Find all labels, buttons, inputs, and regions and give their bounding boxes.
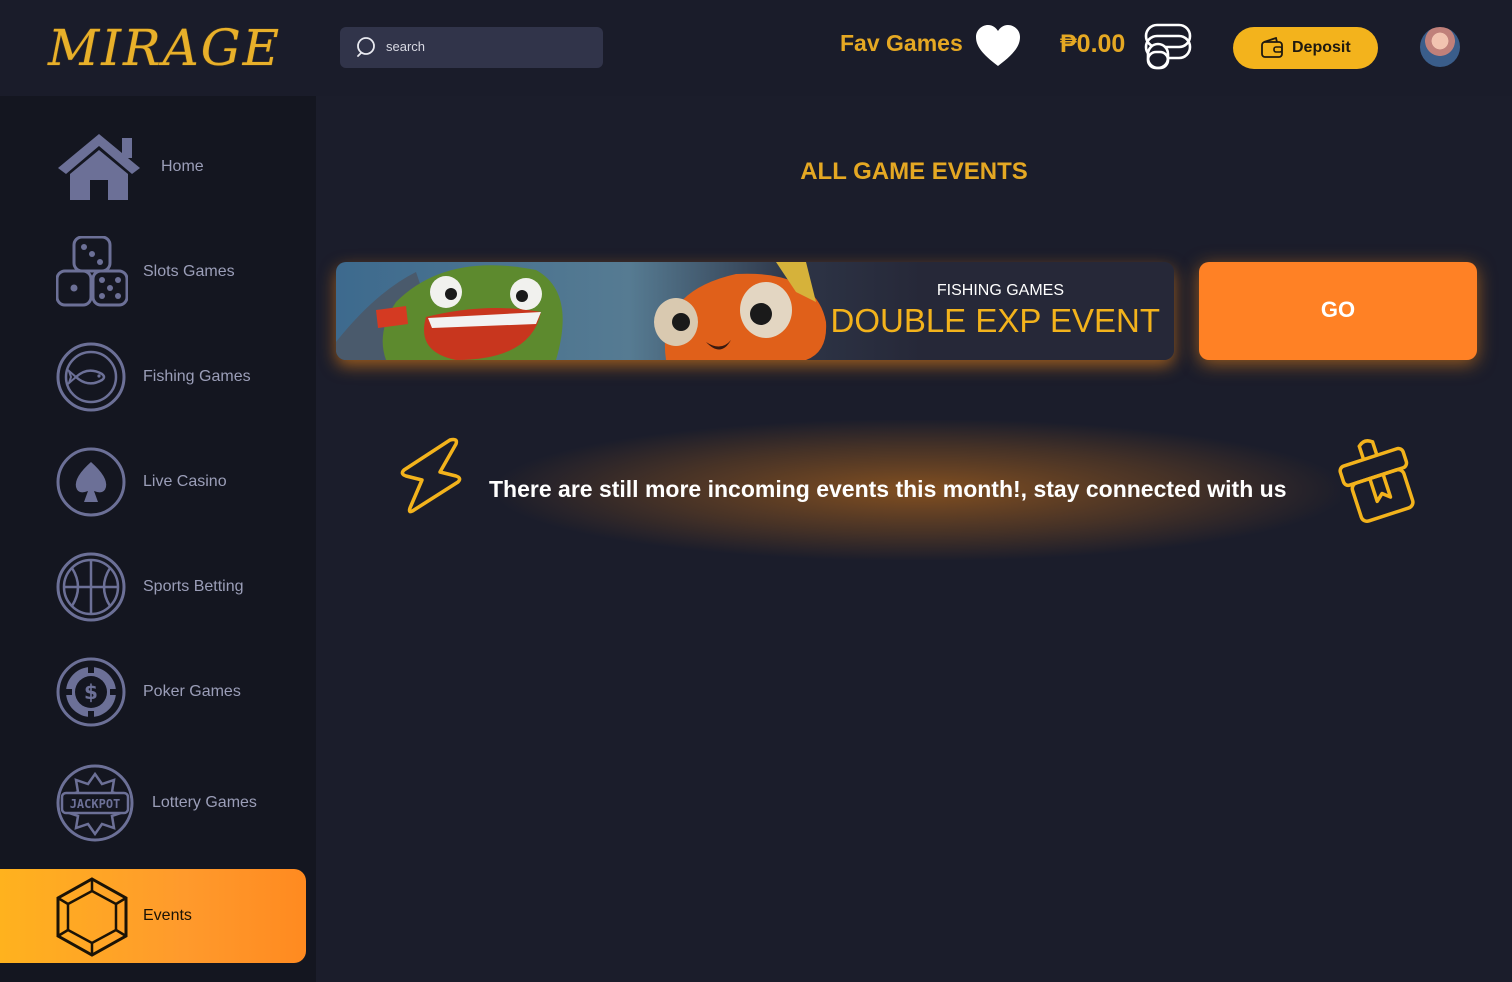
sidebar-item-label: Lottery Games [152,794,257,811]
balance-display: ₱0.00 [1060,30,1126,58]
sidebar-item-label: Fishing Games [143,368,251,385]
sidebar-item-label: Poker Games [143,683,241,700]
gift-icon [1338,439,1415,523]
top-bar: MIRAGE search Fav Games ₱0.00 Deposit [0,0,1512,96]
svg-text:$: $ [84,680,98,704]
sidebar-item-poker[interactable]: $ Poker Games [0,645,306,739]
event-category: FISHING GAMES [936,282,1064,299]
sidebar-item-label: Live Casino [143,473,227,490]
heart-icon[interactable] [974,24,1022,68]
deposit-button[interactable]: Deposit [1233,27,1378,69]
lightning-icon [400,437,462,514]
sidebar: Home Slots Games Fishing Games Live Casi… [0,96,316,982]
poker-chip-icon: $ [56,657,126,727]
page-title: ALL GAME EVENTS [800,158,1028,185]
sidebar-item-label: Home [161,158,204,175]
sidebar-item-lottery[interactable]: JACKPOT Lottery Games [0,756,306,850]
fav-games-link[interactable]: Fav Games [840,30,963,57]
dice-icon [56,236,128,307]
fish-icon [56,342,126,412]
coins-icon[interactable] [1142,22,1194,72]
spade-icon [56,447,126,517]
sidebar-item-sports[interactable]: Sports Betting [0,540,306,634]
sidebar-item-live-casino[interactable]: Live Casino [0,435,306,529]
sidebar-item-slots[interactable]: Slots Games [0,226,306,320]
event-banner[interactable]: FISHING GAMES DOUBLE EXP EVENT [336,262,1174,360]
logo[interactable]: MIRAGE [48,10,279,86]
events-message: There are still more incoming events thi… [489,476,1287,502]
go-button[interactable]: GO [1199,262,1477,360]
event-headline: DOUBLE EXP EVENT [830,302,1160,339]
basketball-icon [56,552,126,622]
sidebar-item-label: Events [143,907,192,924]
go-button-label: GO [1320,297,1356,322]
jackpot-icon: JACKPOT [56,764,134,842]
search-placeholder: search [386,39,426,54]
gem-icon [56,877,128,957]
deposit-label: Deposit [1292,39,1351,56]
jackpot-badge-text: JACKPOT [70,797,121,811]
home-icon [58,134,140,200]
wallet-icon [1261,37,1283,58]
sidebar-item-label: Sports Betting [143,578,244,595]
sidebar-item-home[interactable]: Home [0,120,306,214]
avatar[interactable] [1420,27,1460,67]
sidebar-item-fishing[interactable]: Fishing Games [0,330,306,424]
sidebar-item-events[interactable]: Events [0,869,306,963]
search-icon [357,37,375,57]
sidebar-item-label: Slots Games [143,263,235,280]
search-input[interactable]: search [340,27,603,68]
